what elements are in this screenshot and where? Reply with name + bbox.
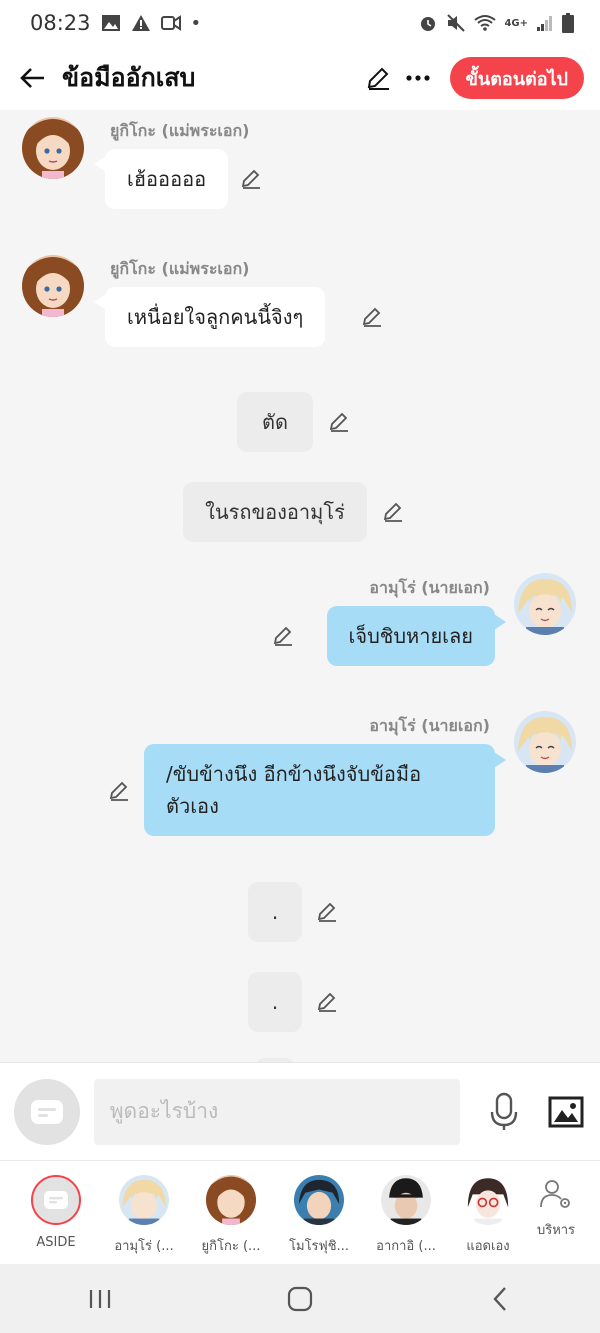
aside-toggle-button[interactable] [14,1078,80,1145]
arrow-left-icon [20,68,44,88]
message-input[interactable]: พูดอะไรบ้าง [93,1078,461,1145]
avatar-yukiko[interactable] [22,117,84,179]
recents-icon [89,1289,111,1308]
pencil-icon [317,992,336,1012]
character-aside[interactable]: ASIDE [12,1175,100,1250]
message-bubble[interactable]: /ขับข้างนึง อีกข้างนึงจับข้อมือ ตัวเอง [144,744,495,836]
avatar [294,1175,344,1225]
image-button[interactable] [546,1092,586,1132]
back-nav-button[interactable] [470,1279,530,1319]
message-bubble[interactable]: เจ็บชิบหายเลย [326,606,495,666]
pencil-icon [241,169,260,189]
avatar [31,1175,81,1225]
avatar-yukiko[interactable] [22,255,84,317]
speaker-name: อามุโร่ (นายเอก) [369,578,490,597]
pencil-icon [273,626,292,646]
pencil-icon [109,781,128,801]
status-time: 08:23 [30,11,91,35]
wifi-icon [474,15,497,31]
avatar-amuro[interactable] [514,573,576,635]
edit-message-button[interactable] [380,499,406,525]
pencil-icon [317,902,336,922]
avatar [463,1175,513,1225]
edit-message-button[interactable] [270,623,296,649]
alarm-icon [421,17,436,31]
dot-icon: • [190,12,202,34]
manage-label: บริหาร [536,1223,576,1238]
network-label: 4G+ [504,17,528,29]
character-amuro[interactable]: อามุโร่ (... [100,1175,188,1256]
image-icon [101,15,120,31]
character-name: แอดเอง [466,1239,510,1254]
next-step-button[interactable]: ขั้นตอนต่อไป [449,57,584,99]
pencil-icon [367,67,389,90]
page-title: ข้อมืออักเสบ [62,63,196,92]
battery-icon [562,13,574,33]
speaker-name: ยูกิโกะ (แม่พระเอก) [110,121,250,140]
edit-message-button[interactable] [314,899,340,925]
recents-button[interactable] [70,1279,130,1319]
avatar [119,1175,169,1225]
narration-bubble[interactable]: . [248,882,302,942]
character-name: ASIDE [36,1235,76,1250]
status-left: 08:23 • [30,11,201,35]
edit-message-button[interactable] [326,409,352,435]
narration-bubble[interactable]: . [248,972,302,1032]
voice-button[interactable] [486,1090,522,1134]
character-akai[interactable]: อากาอิ (... [362,1175,450,1256]
bubble-tail [494,614,506,630]
character-bar: ASIDE อามุโร่ (... ยูกิโกะ (... โมโรฟุชิ… [0,1160,600,1264]
speaker-name: อามุโร่ (นายเอก) [369,716,490,735]
message-bubble[interactable]: เหนื่อยใจลูกคนนี้จิงๆ [105,287,326,347]
more-icon [405,75,430,81]
manage-characters-button[interactable]: บริหาร [528,1179,584,1240]
image-icon [548,1096,584,1127]
header: ข้อมืออักเสบ ขั้นตอนต่อไป [0,46,600,110]
character-yukiko[interactable]: ยูกิโกะ (... [187,1175,275,1256]
pencil-icon [383,502,402,522]
edit-message-button[interactable] [359,304,385,330]
status-right: 4G+ [418,13,574,33]
pencil-icon [329,412,348,432]
input-bar: พูดอะไรบ้าง [0,1062,600,1160]
aside-icon [30,1099,63,1124]
edit-message-button[interactable] [106,778,132,804]
avatar [381,1175,431,1225]
character-admin[interactable]: แอดเอง [444,1175,532,1256]
back-button[interactable] [16,62,48,94]
pencil-icon [362,307,381,327]
edit-message-button[interactable] [238,166,264,192]
character-name: ยูกิโกะ (... [201,1239,261,1254]
chevron-left-icon [493,1286,506,1311]
user-settings-icon [540,1180,570,1208]
message-bubble[interactable]: เฮ้อออออ [105,149,229,209]
narration-bubble[interactable]: ตัด [237,392,313,452]
character-morofushi[interactable]: โมโรฟุชิ... [275,1175,363,1256]
status-bar: 08:23 • 4G+ [0,0,600,46]
edit-message-button[interactable] [314,989,340,1015]
chat-area[interactable]: ยูกิโกะ (แม่พระเอก) เฮ้อออออ ยูกิโกะ (แม… [0,110,600,1062]
message-line: ตัวเอง [166,794,219,818]
signal-icon [537,16,552,31]
character-name: อากาอิ (... [376,1239,436,1254]
warning-icon [131,15,150,31]
message-line: /ขับข้างนึง อีกข้างนึงจับข้อมือ [166,762,422,786]
avatar-amuro[interactable] [514,711,576,773]
mute-icon [447,14,466,32]
avatar [206,1175,256,1225]
narration-bubble[interactable]: ในรถของอามุโร่ [183,482,367,542]
microphone-icon [491,1092,518,1130]
character-name: อามุโร่ (... [114,1239,174,1254]
more-button[interactable] [400,60,436,96]
home-icon [287,1286,313,1311]
speaker-name: ยูกิโกะ (แม่พระเอก) [110,259,250,278]
bubble-tail [494,752,506,768]
video-icon [160,15,181,31]
edit-title-button[interactable] [360,60,396,96]
aside-icon [44,1191,68,1209]
home-button[interactable] [270,1279,330,1319]
system-nav-bar [0,1264,600,1333]
character-name: โมโรฟุชิ... [289,1239,349,1254]
